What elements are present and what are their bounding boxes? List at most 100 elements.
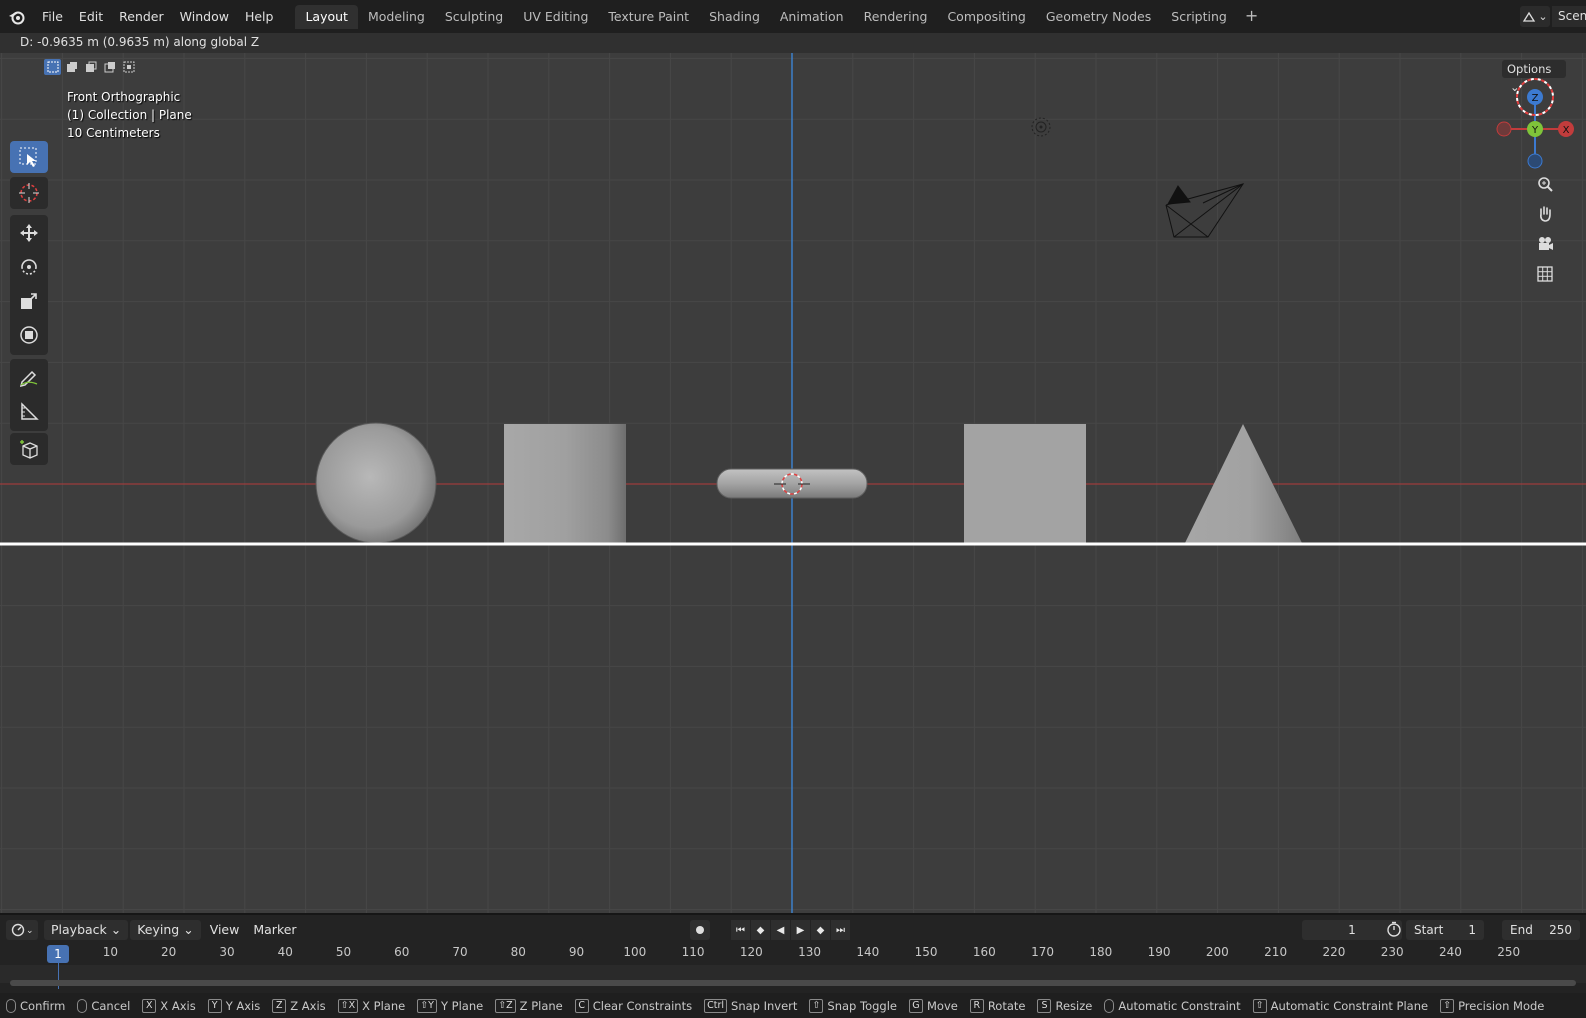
rotate-tool[interactable] xyxy=(10,251,48,283)
move-tool[interactable] xyxy=(10,217,48,249)
gizmo-y-label: Y xyxy=(1531,125,1539,136)
jump-end-button[interactable]: ⏭ xyxy=(831,920,850,940)
ruler-mark: 240 xyxy=(1438,945,1462,959)
tab-rendering[interactable]: Rendering xyxy=(854,5,938,29)
play-icon: ▶ xyxy=(796,924,805,936)
jump-start-button[interactable]: ⏮ xyxy=(731,920,750,940)
ortho-toggle-button[interactable] xyxy=(1530,260,1560,288)
viewport-header: D: -0.9635 m (0.9635 m) along global Z xyxy=(0,33,1586,53)
record-button[interactable] xyxy=(690,920,710,940)
menu-window[interactable]: Window xyxy=(172,6,237,28)
tab-scripting[interactable]: Scripting xyxy=(1161,5,1237,29)
select-box-tool[interactable] xyxy=(10,141,48,173)
ruler-mark: 130 xyxy=(798,945,821,959)
ruler-icon xyxy=(21,402,39,420)
menu-edit[interactable]: Edit xyxy=(71,6,111,28)
transform-tool[interactable] xyxy=(10,319,48,351)
ruler-mark: 20 xyxy=(161,945,177,959)
mouse-icon xyxy=(1104,998,1115,1013)
status-hint: ⇧Z Z Plane xyxy=(495,998,563,1013)
start-label: Start xyxy=(1414,923,1444,937)
tab-shading[interactable]: Shading xyxy=(699,5,770,29)
camera-view-button[interactable] xyxy=(1530,230,1560,258)
play-reverse-icon: ◀ xyxy=(776,924,785,936)
select-extend-button[interactable] xyxy=(63,59,80,75)
record-icon xyxy=(696,926,704,934)
top-bar: File Edit Render Window Help Layout Mode… xyxy=(0,0,1586,33)
scale-tool[interactable] xyxy=(10,285,48,317)
zoom-button[interactable] xyxy=(1530,170,1560,198)
annotate-tool[interactable] xyxy=(10,361,48,393)
play-reverse-button[interactable]: ◀ xyxy=(771,920,790,940)
measure-tool[interactable] xyxy=(10,395,48,427)
cursor-tool[interactable] xyxy=(10,177,48,209)
key-cap: Y xyxy=(207,998,222,1013)
key-cap: R xyxy=(969,998,984,1013)
tab-sculpting[interactable]: Sculpting xyxy=(435,5,513,29)
tab-uv-editing[interactable]: UV Editing xyxy=(513,5,598,29)
blender-logo-icon[interactable] xyxy=(0,0,34,33)
status-hint-label: Snap Toggle xyxy=(827,998,897,1013)
tab-geometry-nodes[interactable]: Geometry Nodes xyxy=(1036,5,1161,29)
scene-name[interactable]: Scen xyxy=(1552,6,1586,27)
status-hint: XX Axis xyxy=(142,998,196,1013)
ruler-mark: 40 xyxy=(277,945,293,959)
select-intersect-button[interactable] xyxy=(120,59,137,75)
menu-file[interactable]: File xyxy=(34,6,71,28)
scene-selector-button[interactable]: ⌄ xyxy=(1520,6,1550,27)
tab-texture-paint[interactable]: Texture Paint xyxy=(598,5,699,29)
gizmo-z-label: Z xyxy=(1532,93,1539,104)
add-workspace-button[interactable]: + xyxy=(1237,5,1266,29)
status-hint: Cancel xyxy=(77,998,131,1013)
ruler-mark: 60 xyxy=(394,945,410,959)
jump-start-icon: ⏮ xyxy=(736,924,745,936)
ruler-mark: 230 xyxy=(1380,945,1404,959)
prev-keyframe-button[interactable]: ◆ xyxy=(751,920,770,940)
view-menu[interactable]: View xyxy=(203,920,247,940)
key-cap: ⇧ xyxy=(809,998,824,1013)
current-frame-marker[interactable]: 1 xyxy=(47,945,69,963)
options-dropdown[interactable]: Options ⌄ xyxy=(1502,60,1566,94)
tab-compositing[interactable]: Compositing xyxy=(937,5,1035,29)
next-keyframe-button[interactable]: ◆ xyxy=(811,920,830,940)
menu-help[interactable]: Help xyxy=(237,6,282,28)
camera-object xyxy=(1165,183,1245,238)
playback-menu[interactable]: Playback ⌄ xyxy=(44,920,129,940)
grid-scale: 10 Centimeters xyxy=(67,126,160,140)
frame-ruler[interactable]: 1102030405060708090100110120130140150160… xyxy=(0,945,1586,963)
select-invert-button[interactable] xyxy=(101,59,118,75)
ruler-mark: 30 xyxy=(219,945,235,959)
select-subtract-icon xyxy=(85,61,96,72)
3d-viewport[interactable]: Z Y X Front Orthographic (1) Collection … xyxy=(0,53,1586,913)
stopwatch-icon[interactable] xyxy=(1386,921,1402,940)
select-new-button[interactable] xyxy=(44,59,61,75)
ruler-mark: 140 xyxy=(856,945,880,959)
gizmo-x-label: X xyxy=(1563,125,1570,136)
status-hint-label: Cancel xyxy=(91,998,131,1013)
status-hint-label: Clear Constraints xyxy=(592,998,693,1013)
editor-type-button[interactable]: ⌄ xyxy=(6,920,38,940)
add-cube-tool[interactable] xyxy=(10,433,48,465)
tab-layout[interactable]: Layout xyxy=(295,4,358,29)
menu-render[interactable]: Render xyxy=(111,6,172,28)
operator-status-text: D: -0.9635 m (0.9635 m) along global Z xyxy=(20,35,260,49)
status-hint-label: Resize xyxy=(1055,998,1093,1013)
mouse-icon xyxy=(6,998,16,1013)
options-label: Options xyxy=(1507,62,1552,76)
pan-button[interactable] xyxy=(1530,200,1560,228)
end-frame-field[interactable]: End 250 xyxy=(1502,920,1580,940)
select-box-icon xyxy=(19,147,37,167)
keying-menu[interactable]: Keying ⌄ xyxy=(130,920,201,940)
ruler-mark: 190 xyxy=(1147,945,1171,959)
status-hint-label: Automatic Constraint Plane xyxy=(1270,998,1429,1013)
select-subtract-button[interactable] xyxy=(82,59,99,75)
start-frame-field[interactable]: Start 1 xyxy=(1406,920,1484,940)
tab-animation[interactable]: Animation xyxy=(770,5,854,29)
timeline-editor: ⌄ Playback ⌄ Keying ⌄ View Marker ⏮ ◆ ◀ … xyxy=(0,913,1586,993)
tab-modeling[interactable]: Modeling xyxy=(358,5,435,29)
play-button[interactable]: ▶ xyxy=(791,920,810,940)
timeline-scrollbar[interactable] xyxy=(10,980,1576,986)
collection-info: (1) Collection | Plane xyxy=(67,108,192,122)
ruler-mark: 200 xyxy=(1205,945,1229,959)
marker-menu[interactable]: Marker xyxy=(246,920,303,940)
